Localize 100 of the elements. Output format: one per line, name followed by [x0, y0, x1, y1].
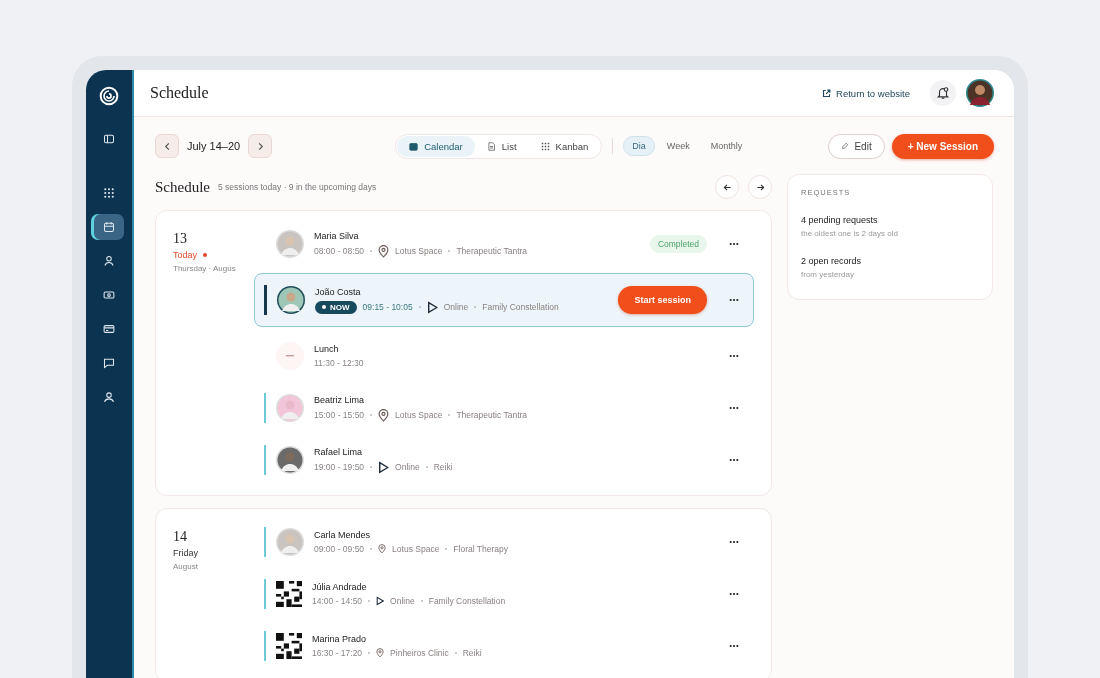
session-time: 08:00 - 08:50 [314, 246, 365, 256]
session-time: 14:00 - 14:50 [312, 596, 363, 606]
calendar-icon [409, 141, 419, 151]
play-icon [376, 596, 385, 606]
session-time: 15:00 - 15:50 [314, 410, 365, 420]
view-tab[interactable]: Calendar [397, 135, 475, 157]
kanban-icon [540, 141, 550, 151]
money-icon [103, 289, 115, 301]
view-tab[interactable]: List [474, 135, 529, 157]
therapy-type: Therapeutic Tantra [456, 246, 528, 256]
current-session-card[interactable]: João Costa NOW 09:15 - 10:05 Online Family Constellation Start session [254, 273, 754, 327]
more-icon [729, 298, 739, 302]
session-location: Lotus Space [395, 410, 443, 420]
edit-button[interactable]: Edit [828, 133, 885, 159]
date-range: July 14–20 [187, 140, 241, 152]
period-tab[interactable]: Monthly [701, 136, 752, 156]
play-icon [378, 460, 390, 474]
request-detail: the oldest one is 2 days old [801, 229, 899, 238]
session-time: 16:30 - 17:20 [312, 648, 363, 658]
more-icon [729, 458, 739, 462]
session-time: 09:15 - 10:05 [362, 302, 413, 312]
session-location: Lotus Space [392, 544, 440, 554]
more-icon [729, 242, 739, 246]
session-row[interactable]: Júlia Andrade 14:00 - 14:50 Online Family Constellation [254, 571, 754, 617]
arrow-right-icon [755, 182, 765, 192]
qr-code-icon [276, 581, 302, 607]
chat-icon [103, 357, 115, 369]
more-icon [729, 644, 739, 648]
profile-icon [103, 391, 115, 403]
request-summary: 4 pending requests [801, 215, 879, 225]
more-icon [729, 354, 739, 358]
section-subtitle: 5 sessions today · 9 in the upcoming days [218, 182, 377, 192]
external-link-icon [822, 88, 832, 98]
location-pin-icon [376, 648, 385, 658]
new-session-button[interactable]: + New Session [891, 133, 994, 159]
status-badge: Completed [649, 235, 707, 253]
calendar-icon [103, 221, 115, 233]
client-name: Maria Silva [314, 230, 360, 241]
session-location: Online [395, 462, 420, 472]
more-icon [729, 592, 739, 596]
return-to-website-link[interactable]: Return to website [822, 87, 910, 99]
session-row[interactable]: Beatriz Lima 15:00 - 15:50 Lotus Space Therapeutic Tantra [254, 385, 754, 431]
break-time: 11:30 - 12:30 [314, 358, 364, 368]
arrow-left-icon [722, 182, 732, 192]
today-dot [203, 253, 208, 257]
bell-icon [936, 86, 950, 100]
more-icon [729, 406, 739, 410]
therapy-type: Reiki [462, 648, 482, 658]
location-pin-icon [378, 408, 390, 422]
session-row[interactable]: Carla Mendes 09:00 - 09:50 Lotus Space Floral Therapy [254, 519, 754, 565]
qr-code-icon [276, 633, 302, 659]
therapy-type: Family Constellation [482, 302, 559, 312]
list-icon [486, 141, 496, 151]
day-subtitle: Thursday · Augus [173, 264, 237, 273]
day-number: 14 [173, 529, 188, 545]
card-icon [103, 323, 115, 335]
day-number: 13 [173, 231, 188, 247]
calendar-nav-button[interactable] [94, 214, 124, 240]
user-icon [103, 255, 115, 267]
pencil-icon [841, 142, 850, 150]
day-label: Today [173, 250, 198, 260]
day-label: Friday [173, 548, 198, 558]
session-location: Online [443, 302, 469, 312]
client-name: Carla Mendes [314, 530, 372, 540]
location-pin-icon [378, 544, 387, 554]
location-pin-icon [378, 244, 390, 258]
logo-icon [99, 86, 119, 106]
panel-icon [103, 133, 115, 145]
client-name: Marina Prado [312, 634, 368, 644]
client-name: Beatriz Lima [314, 394, 366, 405]
more-icon [729, 540, 739, 544]
therapy-type: Reiki [433, 462, 453, 472]
client-name: Rafael Lima [314, 446, 364, 457]
section-title: Schedule [155, 178, 210, 196]
therapy-type: Family Constellation [428, 596, 506, 606]
session-location: Lotus Space [395, 246, 443, 256]
period-tab[interactable]: Week [657, 136, 699, 156]
session-location: Online [390, 596, 415, 606]
request-detail: from yesterday [801, 270, 855, 279]
client-name: João Costa [315, 286, 362, 297]
grid-icon [103, 187, 115, 199]
day-subtitle: August [173, 562, 199, 571]
play-icon [426, 300, 438, 314]
client-name: Júlia Andrade [312, 582, 368, 592]
view-tab[interactable]: Kanban [528, 135, 601, 157]
session-row[interactable]: Maria Silva 08:00 - 08:50 Lotus Space Therapeutic Tantra Completed [254, 221, 754, 267]
therapy-type: Therapeutic Tantra [456, 410, 528, 420]
page-title: Schedule [150, 84, 210, 102]
start-session-button[interactable]: Start session [618, 286, 707, 314]
dash-icon [286, 355, 294, 357]
notification-bell-button[interactable] [930, 80, 956, 106]
break-title: Lunch [314, 344, 340, 354]
session-time: 19:00 - 19:50 [314, 462, 365, 472]
period-tab[interactable]: Dia [623, 136, 655, 156]
session-row[interactable]: Rafael Lima 19:00 - 19:50 Online Reiki [254, 437, 754, 483]
request-summary: 2 open records [801, 256, 863, 266]
therapy-type: Floral Therapy [453, 544, 509, 554]
session-time: 09:00 - 09:50 [314, 544, 365, 554]
session-row[interactable]: Marina Prado 16:30 - 17:20 Pinheiros Clinic Reiki [254, 623, 754, 669]
now-badge: NOW [315, 300, 357, 314]
